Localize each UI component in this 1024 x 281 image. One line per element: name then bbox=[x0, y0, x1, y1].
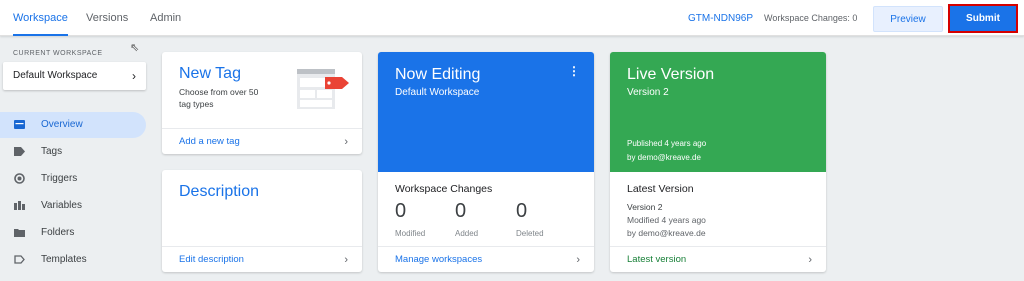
tag-illustration-icon bbox=[297, 69, 349, 109]
chevron-right-icon[interactable]: › bbox=[344, 247, 348, 272]
mouse-cursor-icon: ⇖ bbox=[130, 42, 140, 54]
latest-version-title: Latest Version bbox=[627, 183, 694, 195]
sidebar-item-label: Triggers bbox=[41, 173, 78, 184]
added-label: Added bbox=[455, 229, 479, 238]
sidebar-item-label: Overview bbox=[41, 119, 83, 130]
modified-by: by demo@kreave.de bbox=[627, 228, 706, 238]
tab-workspace[interactable]: Workspace bbox=[13, 0, 68, 36]
sidebar: CURRENT WORKSPACE ⇖ Default Workspace › … bbox=[0, 37, 152, 281]
latest-version-number: Version 2 bbox=[627, 202, 663, 212]
edit-description-link[interactable]: Edit description bbox=[179, 247, 244, 272]
modified-time: Modified 4 years ago bbox=[627, 215, 706, 225]
sidebar-item-label: Templates bbox=[41, 254, 87, 265]
sidebar-item-folders[interactable]: Folders bbox=[0, 220, 146, 246]
sidebar-item-label: Variables bbox=[41, 200, 82, 211]
tab-versions[interactable]: Versions bbox=[86, 0, 128, 36]
workspace-selector[interactable]: Default Workspace › bbox=[3, 62, 146, 90]
sidebar-item-label: Folders bbox=[41, 227, 75, 238]
add-new-tag-link[interactable]: Add a new tag bbox=[179, 129, 240, 154]
folder-icon bbox=[14, 229, 25, 237]
live-version-card[interactable]: Live Version Version 2 Published 4 years… bbox=[610, 52, 826, 272]
tag-icon bbox=[14, 147, 25, 156]
card-title: Now Editing bbox=[395, 66, 481, 83]
deleted-count: 0 bbox=[516, 200, 528, 222]
sidebar-item-overview[interactable]: Overview bbox=[0, 112, 146, 138]
card-footer: Add a new tag › bbox=[162, 128, 362, 154]
latest-version-link[interactable]: Latest version bbox=[627, 247, 686, 272]
live-version-header: Live Version Version 2 Published 4 years… bbox=[610, 52, 826, 172]
added-count: 0 bbox=[455, 200, 467, 222]
top-bar: Workspace Versions Admin GTM-NDN96P Work… bbox=[0, 0, 1024, 36]
submit-button[interactable]: Submit bbox=[948, 4, 1018, 33]
current-workspace-name: Default Workspace bbox=[395, 87, 480, 98]
sidebar-item-triggers[interactable]: Triggers bbox=[0, 166, 146, 192]
workspace-name: Default Workspace bbox=[13, 70, 98, 81]
workspace-changes-count: Workspace Changes: 0 bbox=[764, 13, 858, 23]
sidebar-item-tags[interactable]: Tags bbox=[0, 139, 146, 165]
published-by: by demo@kreave.de bbox=[627, 153, 701, 162]
tab-admin[interactable]: Admin bbox=[150, 0, 181, 36]
sidebar-item-label: Tags bbox=[41, 146, 63, 157]
description-card[interactable]: Description Edit description › bbox=[162, 170, 362, 272]
chevron-right-icon[interactable]: › bbox=[576, 247, 580, 272]
now-editing-card[interactable]: Now Editing Default Workspace ⋮ Workspac… bbox=[378, 52, 594, 272]
modified-label: Modified bbox=[395, 229, 426, 238]
new-tag-description: Choose from over 50 tag types bbox=[179, 87, 259, 109]
template-icon bbox=[14, 255, 25, 264]
manage-workspaces-link[interactable]: Manage workspaces bbox=[395, 247, 482, 272]
deleted-label: Deleted bbox=[516, 229, 544, 238]
more-vert-icon[interactable]: ⋮ bbox=[568, 65, 580, 77]
sidebar-item-variables[interactable]: Variables bbox=[0, 193, 146, 219]
chevron-right-icon[interactable]: › bbox=[344, 129, 348, 154]
new-tag-card[interactable]: New Tag Choose from over 50 tag types Ad… bbox=[162, 52, 362, 154]
preview-button[interactable]: Preview bbox=[873, 6, 943, 32]
trigger-icon bbox=[14, 173, 25, 184]
variables-icon bbox=[14, 201, 25, 210]
card-title: New Tag bbox=[179, 65, 241, 82]
card-title: Live Version bbox=[627, 66, 715, 83]
published-time: Published 4 years ago bbox=[627, 139, 707, 148]
modified-count: 0 bbox=[395, 200, 407, 222]
workspace-changes-title: Workspace Changes bbox=[395, 183, 493, 195]
current-workspace-label: CURRENT WORKSPACE bbox=[13, 50, 103, 57]
overview-icon bbox=[14, 120, 25, 129]
card-title: Description bbox=[179, 183, 260, 200]
live-version-number: Version 2 bbox=[627, 87, 669, 98]
sidebar-item-templates[interactable]: Templates bbox=[0, 247, 146, 273]
chevron-right-icon[interactable]: › bbox=[808, 247, 812, 272]
chevron-right-icon: › bbox=[132, 69, 136, 83]
now-editing-header: Now Editing Default Workspace ⋮ bbox=[378, 52, 594, 172]
card-footer: Edit description › bbox=[162, 246, 362, 272]
card-footer: Manage workspaces › bbox=[378, 246, 594, 272]
card-footer: Latest version › bbox=[610, 246, 826, 272]
container-id[interactable]: GTM-NDN96P bbox=[688, 0, 753, 37]
